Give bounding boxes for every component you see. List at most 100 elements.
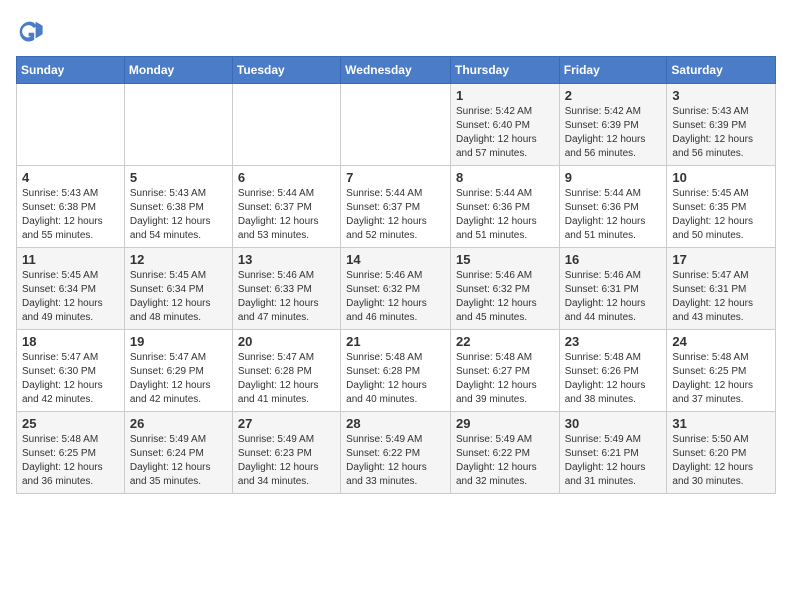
day-number: 18 bbox=[22, 334, 119, 349]
day-number: 24 bbox=[672, 334, 770, 349]
day-number: 4 bbox=[22, 170, 119, 185]
day-detail: Sunrise: 5:46 AM Sunset: 6:31 PM Dayligh… bbox=[565, 269, 662, 325]
day-number: 17 bbox=[672, 252, 770, 267]
calendar-cell: 3Sunrise: 5:43 AM Sunset: 6:39 PM Daylig… bbox=[667, 84, 776, 166]
day-number: 28 bbox=[346, 416, 445, 431]
day-detail: Sunrise: 5:49 AM Sunset: 6:22 PM Dayligh… bbox=[456, 433, 554, 489]
day-number: 21 bbox=[346, 334, 445, 349]
calendar: SundayMondayTuesdayWednesdayThursdayFrid… bbox=[16, 56, 776, 494]
weekday-header-saturday: Saturday bbox=[667, 57, 776, 84]
calendar-cell: 13 Sunrise: 5:46 AM Sunset: 6:33 PM Dayli… bbox=[232, 248, 340, 330]
calendar-cell: 18 Sunrise: 5:47 AM Sunset: 6:30 PM Dayli… bbox=[17, 330, 125, 412]
calendar-week-1: 1 Sunrise: 5:42 AM Sunset: 6:40 PM Daylig… bbox=[17, 84, 776, 166]
calendar-cell: 26 Sunrise: 5:49 AM Sunset: 6:24 PM Dayli… bbox=[124, 412, 232, 494]
calendar-cell: 22Sunrise: 5:48 AM Sunset: 6:27 PM Dayli… bbox=[450, 330, 559, 412]
day-number: 1 bbox=[456, 88, 554, 103]
day-detail: Sunrise: 5:48 AM Sunset: 6:28 PM Dayligh… bbox=[346, 351, 445, 407]
calendar-week-5: 25 Sunrise: 5:48 AM Sunset: 6:25 PM Dayli… bbox=[17, 412, 776, 494]
day-number: 23 bbox=[565, 334, 662, 349]
calendar-week-2: 4 Sunrise: 5:43 AM Sunset: 6:38 PM Daylig… bbox=[17, 166, 776, 248]
day-detail: Sunrise: 5:47 AM Sunset: 6:30 PM Dayligh… bbox=[22, 351, 119, 407]
day-number: 6 bbox=[238, 170, 335, 185]
day-detail: Sunrise: 5:43 AM Sunset: 6:38 PM Dayligh… bbox=[22, 187, 119, 243]
day-detail: Sunrise: 5:42 AM Sunset: 6:40 PM Dayligh… bbox=[456, 105, 554, 161]
calendar-cell: 28 Sunrise: 5:49 AM Sunset: 6:22 PM Dayli… bbox=[341, 412, 451, 494]
day-detail: Sunrise: 5:43 AM Sunset: 6:38 PM Dayligh… bbox=[130, 187, 227, 243]
calendar-cell bbox=[341, 84, 451, 166]
day-detail: Sunrise: 5:46 AM Sunset: 6:32 PM Dayligh… bbox=[456, 269, 554, 325]
day-detail: Sunrise: 5:45 AM Sunset: 6:35 PM Dayligh… bbox=[672, 187, 770, 243]
calendar-cell: 12 Sunrise: 5:45 AM Sunset: 6:34 PM Dayli… bbox=[124, 248, 232, 330]
calendar-cell: 7Sunrise: 5:44 AM Sunset: 6:37 PM Daylig… bbox=[341, 166, 451, 248]
calendar-week-4: 18 Sunrise: 5:47 AM Sunset: 6:30 PM Dayli… bbox=[17, 330, 776, 412]
day-detail: Sunrise: 5:46 AM Sunset: 6:32 PM Dayligh… bbox=[346, 269, 445, 325]
day-number: 14 bbox=[346, 252, 445, 267]
calendar-cell: 21 Sunrise: 5:48 AM Sunset: 6:28 PM Dayli… bbox=[341, 330, 451, 412]
day-detail: Sunrise: 5:49 AM Sunset: 6:24 PM Dayligh… bbox=[130, 433, 227, 489]
calendar-cell: 25 Sunrise: 5:48 AM Sunset: 6:25 PM Dayli… bbox=[17, 412, 125, 494]
day-number: 30 bbox=[565, 416, 662, 431]
day-detail: Sunrise: 5:49 AM Sunset: 6:21 PM Dayligh… bbox=[565, 433, 662, 489]
day-number: 10 bbox=[672, 170, 770, 185]
day-number: 25 bbox=[22, 416, 119, 431]
day-number: 11 bbox=[22, 252, 119, 267]
calendar-cell: 19 Sunrise: 5:47 AM Sunset: 6:29 PM Dayli… bbox=[124, 330, 232, 412]
calendar-cell bbox=[232, 84, 340, 166]
day-number: 15 bbox=[456, 252, 554, 267]
day-detail: Sunrise: 5:49 AM Sunset: 6:22 PM Dayligh… bbox=[346, 433, 445, 489]
calendar-cell: 23 Sunrise: 5:48 AM Sunset: 6:26 PM Dayli… bbox=[559, 330, 667, 412]
day-number: 13 bbox=[238, 252, 335, 267]
day-detail: Sunrise: 5:43 AM Sunset: 6:39 PM Dayligh… bbox=[672, 105, 770, 161]
day-detail: Sunrise: 5:44 AM Sunset: 6:37 PM Dayligh… bbox=[238, 187, 335, 243]
day-detail: Sunrise: 5:44 AM Sunset: 6:36 PM Dayligh… bbox=[456, 187, 554, 243]
day-detail: Sunrise: 5:46 AM Sunset: 6:33 PM Dayligh… bbox=[238, 269, 335, 325]
calendar-cell: 2 Sunrise: 5:42 AM Sunset: 6:39 PM Daylig… bbox=[559, 84, 667, 166]
logo bbox=[16, 16, 48, 44]
weekday-header-friday: Friday bbox=[559, 57, 667, 84]
calendar-cell bbox=[17, 84, 125, 166]
day-detail: Sunrise: 5:47 AM Sunset: 6:28 PM Dayligh… bbox=[238, 351, 335, 407]
calendar-cell: 15 Sunrise: 5:46 AM Sunset: 6:32 PM Dayli… bbox=[450, 248, 559, 330]
day-number: 16 bbox=[565, 252, 662, 267]
calendar-cell: 24 Sunrise: 5:48 AM Sunset: 6:25 PM Dayli… bbox=[667, 330, 776, 412]
day-number: 8 bbox=[456, 170, 554, 185]
day-detail: Sunrise: 5:47 AM Sunset: 6:29 PM Dayligh… bbox=[130, 351, 227, 407]
calendar-cell: 16 Sunrise: 5:46 AM Sunset: 6:31 PM Dayli… bbox=[559, 248, 667, 330]
logo-icon bbox=[16, 16, 44, 44]
day-detail: Sunrise: 5:45 AM Sunset: 6:34 PM Dayligh… bbox=[22, 269, 119, 325]
day-detail: Sunrise: 5:42 AM Sunset: 6:39 PM Dayligh… bbox=[565, 105, 662, 161]
day-number: 9 bbox=[565, 170, 662, 185]
day-number: 5 bbox=[130, 170, 227, 185]
calendar-cell: 6 Sunrise: 5:44 AM Sunset: 6:37 PM Daylig… bbox=[232, 166, 340, 248]
calendar-cell: 4 Sunrise: 5:43 AM Sunset: 6:38 PM Daylig… bbox=[17, 166, 125, 248]
calendar-cell bbox=[124, 84, 232, 166]
day-number: 27 bbox=[238, 416, 335, 431]
day-detail: Sunrise: 5:48 AM Sunset: 6:25 PM Dayligh… bbox=[22, 433, 119, 489]
day-number: 2 bbox=[565, 88, 662, 103]
day-number: 22 bbox=[456, 334, 554, 349]
day-number: 20 bbox=[238, 334, 335, 349]
calendar-cell: 11 Sunrise: 5:45 AM Sunset: 6:34 PM Dayli… bbox=[17, 248, 125, 330]
calendar-cell: 14 Sunrise: 5:46 AM Sunset: 6:32 PM Dayli… bbox=[341, 248, 451, 330]
calendar-cell: 29 Sunrise: 5:49 AM Sunset: 6:22 PM Dayli… bbox=[450, 412, 559, 494]
day-detail: Sunrise: 5:48 AM Sunset: 6:26 PM Dayligh… bbox=[565, 351, 662, 407]
weekday-header-tuesday: Tuesday bbox=[232, 57, 340, 84]
calendar-cell: 20 Sunrise: 5:47 AM Sunset: 6:28 PM Dayli… bbox=[232, 330, 340, 412]
day-number: 31 bbox=[672, 416, 770, 431]
calendar-cell: 17Sunrise: 5:47 AM Sunset: 6:31 PM Dayli… bbox=[667, 248, 776, 330]
day-number: 12 bbox=[130, 252, 227, 267]
day-number: 29 bbox=[456, 416, 554, 431]
calendar-cell: 9Sunrise: 5:44 AM Sunset: 6:36 PM Daylig… bbox=[559, 166, 667, 248]
day-detail: Sunrise: 5:48 AM Sunset: 6:25 PM Dayligh… bbox=[672, 351, 770, 407]
day-number: 19 bbox=[130, 334, 227, 349]
day-number: 26 bbox=[130, 416, 227, 431]
header bbox=[16, 16, 776, 44]
weekday-header-wednesday: Wednesday bbox=[341, 57, 451, 84]
calendar-cell: 27Sunrise: 5:49 AM Sunset: 6:23 PM Dayli… bbox=[232, 412, 340, 494]
calendar-cell: 31Sunrise: 5:50 AM Sunset: 6:20 PM Dayli… bbox=[667, 412, 776, 494]
weekday-header-monday: Monday bbox=[124, 57, 232, 84]
day-detail: Sunrise: 5:45 AM Sunset: 6:34 PM Dayligh… bbox=[130, 269, 227, 325]
day-number: 7 bbox=[346, 170, 445, 185]
calendar-cell: 1 Sunrise: 5:42 AM Sunset: 6:40 PM Daylig… bbox=[450, 84, 559, 166]
calendar-week-3: 11 Sunrise: 5:45 AM Sunset: 6:34 PM Dayli… bbox=[17, 248, 776, 330]
